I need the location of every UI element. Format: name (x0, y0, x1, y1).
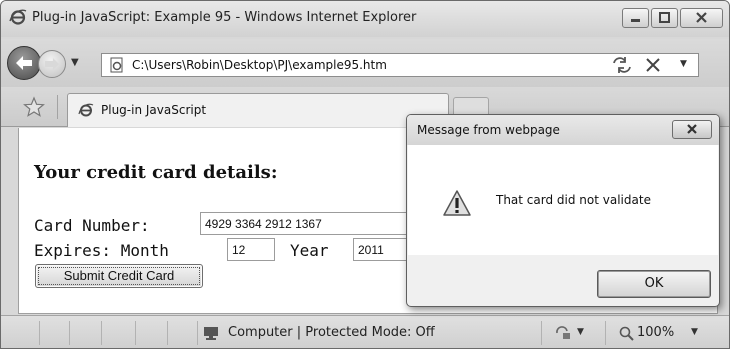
forward-button[interactable] (38, 50, 66, 78)
star-icon[interactable] (23, 96, 45, 118)
magnifier-icon[interactable] (618, 325, 634, 341)
dialog-title: Message from webpage (417, 123, 560, 137)
close-window-button[interactable] (680, 8, 723, 28)
navigation-bar: ▼ C:\Users\Robin\Desktop\PJ\example95.ht… (1, 39, 729, 87)
minimize-icon (631, 19, 640, 22)
close-icon (687, 124, 697, 134)
tab-label: Plug-in JavaScript (101, 103, 207, 117)
tab-divider (57, 95, 58, 119)
status-divider (197, 321, 198, 345)
dialog-close-button[interactable] (672, 120, 712, 139)
dialog-title-bar[interactable]: Message from webpage (407, 115, 719, 145)
zoom-level[interactable]: 100% (637, 325, 674, 340)
recent-pages-dropdown[interactable]: ▼ (71, 57, 79, 68)
security-zone-text[interactable]: Computer | Protected Mode: Off (228, 325, 435, 340)
close-icon (696, 12, 707, 23)
title-bar: Plug-in JavaScript: Example 95 - Windows… (1, 1, 729, 37)
window-title: Plug-in JavaScript: Example 95 - Windows… (32, 10, 417, 25)
status-divider (39, 321, 40, 345)
minimize-button[interactable] (622, 8, 649, 28)
year-input[interactable]: 2011 (353, 238, 408, 261)
back-button[interactable] (7, 46, 41, 80)
page-heading: Your credit card details: (34, 162, 278, 183)
card-number-label: Card Number: (34, 216, 150, 235)
refresh-icon[interactable] (608, 53, 636, 77)
stop-icon[interactable] (641, 53, 665, 77)
address-dropdown[interactable]: ▼ (680, 59, 687, 69)
ie-logo-icon (9, 9, 27, 25)
year-label: Year (290, 241, 329, 260)
status-divider (541, 321, 542, 345)
back-arrow-icon (16, 56, 32, 70)
submit-credit-card-button[interactable]: Submit Credit Card (35, 264, 203, 288)
zoom-dropdown[interactable]: ▼ (691, 327, 698, 337)
forward-arrow-icon (45, 58, 59, 70)
maximize-button[interactable] (651, 8, 678, 28)
warning-icon (443, 190, 471, 216)
tab-plug-in-javascript[interactable]: Plug-in JavaScript (67, 93, 449, 127)
browser-window: Plug-in JavaScript: Example 95 - Windows… (0, 0, 730, 349)
status-divider (135, 321, 136, 345)
card-number-input[interactable]: 4929 3364 2912 1367 (200, 212, 408, 235)
dialog-body: That card did not validate (408, 145, 718, 255)
status-divider (69, 321, 70, 345)
ok-button[interactable]: OK (597, 270, 711, 298)
address-text[interactable]: C:\Users\Robin\Desktop\PJ\example95.htm (132, 58, 387, 72)
page-icon (110, 57, 123, 73)
month-input[interactable]: 12 (227, 238, 275, 261)
status-bar: Computer | Protected Mode: Off ▼ 100% ▼ (1, 315, 729, 348)
message-dialog: Message from webpage That card did not v… (406, 114, 720, 307)
expires-month-label: Expires: Month (34, 241, 169, 260)
ie-logo-icon (78, 103, 94, 117)
status-divider (167, 321, 168, 345)
computer-icon (204, 327, 218, 340)
protected-mode-dropdown[interactable]: ▼ (577, 327, 584, 337)
dialog-message: That card did not validate (496, 193, 651, 207)
restore-icon (659, 12, 670, 23)
status-divider (101, 321, 102, 345)
status-divider (605, 321, 606, 345)
protected-mode-icon[interactable] (554, 325, 572, 341)
